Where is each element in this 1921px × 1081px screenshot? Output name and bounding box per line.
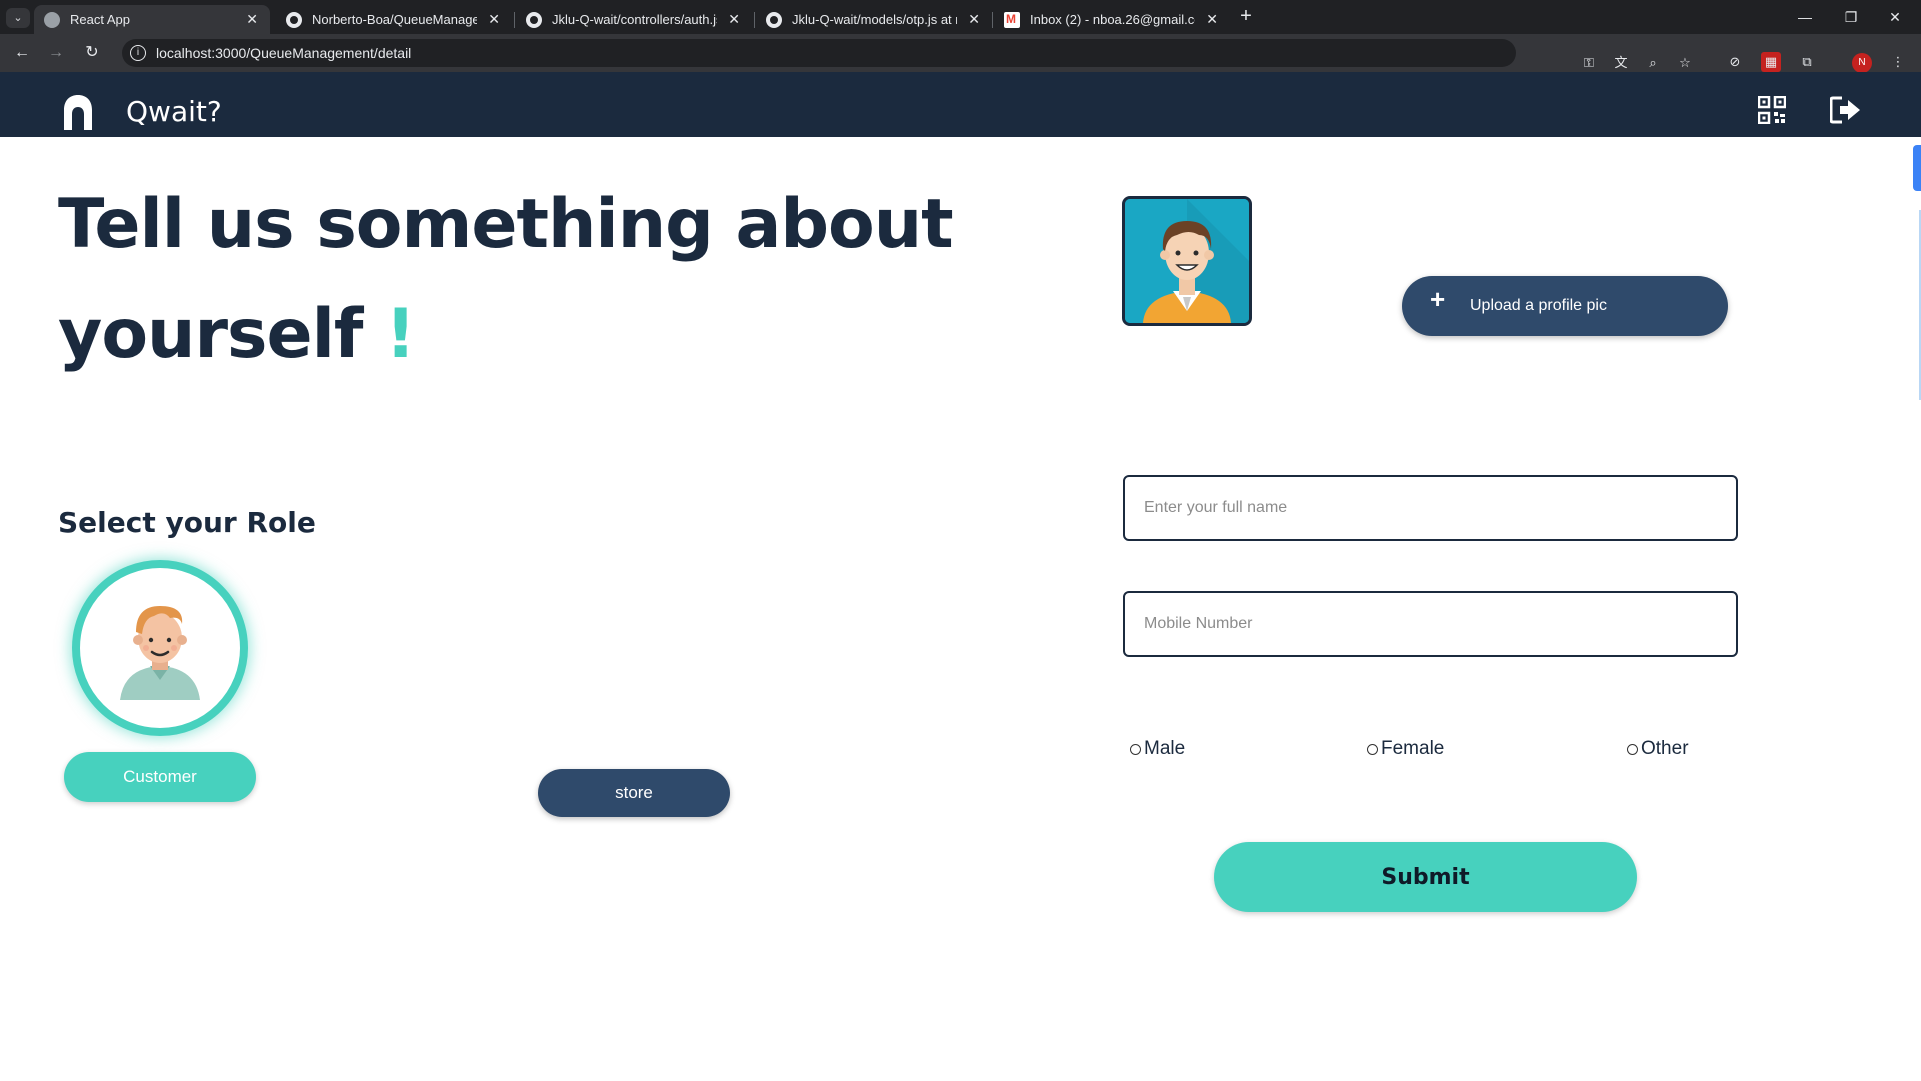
- close-icon[interactable]: ✕: [1206, 5, 1218, 34]
- mobile-number-input[interactable]: [1123, 591, 1738, 657]
- headline-line-1: Tell us something about: [58, 185, 954, 264]
- customer-role-button[interactable]: Customer: [64, 752, 256, 802]
- plus-icon: +: [1430, 284, 1446, 314]
- headline-line-2: yourself !: [58, 280, 958, 390]
- restore-icon[interactable]: ❐: [1828, 6, 1874, 28]
- tab-title: Jklu-Q-wait/models/otp.js at m: [792, 12, 957, 27]
- github-icon: [766, 12, 782, 28]
- reload-icon[interactable]: ↻: [80, 41, 104, 65]
- new-tab-button[interactable]: +: [1234, 5, 1258, 29]
- submit-button[interactable]: Submit: [1214, 842, 1637, 912]
- tab-search-button[interactable]: ⌄: [6, 8, 30, 28]
- app-name[interactable]: Qwait?: [126, 94, 222, 130]
- close-icon[interactable]: ✕: [246, 5, 258, 34]
- forward-icon[interactable]: →: [44, 41, 68, 65]
- logout-icon[interactable]: [1830, 96, 1862, 124]
- tab-otp-js[interactable]: Jklu-Q-wait/models/otp.js at m ✕: [756, 5, 992, 34]
- github-icon: [286, 12, 302, 28]
- avatar-illustration-icon: [1125, 199, 1249, 323]
- upload-profile-pic-button[interactable]: + Upload a profile pic: [1402, 276, 1728, 336]
- site-info-icon[interactable]: i: [130, 45, 146, 61]
- tab-separator: [754, 12, 755, 28]
- browser-toolbar: ← → ↻ i localhost:3000/QueueManagement/d…: [0, 34, 1921, 72]
- page-headline: Tell us something about yourself !: [58, 170, 958, 390]
- minimize-icon[interactable]: —: [1782, 6, 1828, 28]
- radio-button[interactable]: [1367, 743, 1378, 755]
- bookmark-star-icon[interactable]: ☆: [1676, 54, 1694, 72]
- extension-red-icon[interactable]: ▦: [1761, 52, 1781, 72]
- gender-option-male[interactable]: Male: [1130, 737, 1185, 761]
- gender-label: Female: [1381, 738, 1445, 759]
- app-navbar: [0, 72, 1921, 137]
- address-bar[interactable]: i localhost:3000/QueueManagement/detail: [122, 39, 1516, 67]
- url-text[interactable]: localhost:3000/QueueManagement/detail: [156, 39, 411, 67]
- headline-exclamation: !: [385, 295, 416, 374]
- tab-gmail-inbox[interactable]: Inbox (2) - nboa.26@gmail.com ✕: [994, 5, 1230, 34]
- close-icon[interactable]: ✕: [488, 5, 500, 34]
- tab-separator: [514, 12, 515, 28]
- gmail-icon: [1004, 5, 1020, 34]
- tab-title: Norberto-Boa/QueueManagem: [312, 12, 477, 27]
- close-icon[interactable]: ✕: [968, 5, 980, 34]
- browser-tab-bar: ⌄ React App ✕ Norberto-Boa/QueueManagem …: [0, 0, 1921, 34]
- close-icon[interactable]: ✕: [728, 5, 740, 34]
- extension-icon[interactable]: ⊘: [1725, 52, 1745, 72]
- zoom-icon[interactable]: ⌕: [1644, 54, 1662, 72]
- puzzle-extensions-icon[interactable]: ⧉: [1797, 52, 1817, 72]
- store-role-button[interactable]: store: [538, 769, 730, 817]
- back-icon[interactable]: ←: [10, 41, 34, 65]
- tab-separator: [992, 12, 993, 28]
- radio-button[interactable]: [1130, 743, 1141, 755]
- gender-label: Other: [1641, 738, 1689, 759]
- profile-picture-preview: [1122, 196, 1252, 326]
- gender-option-female[interactable]: Female: [1367, 737, 1444, 761]
- profile-avatar[interactable]: N: [1852, 53, 1872, 73]
- tab-react-app[interactable]: React App ✕: [34, 5, 270, 34]
- gender-label: Male: [1144, 738, 1186, 759]
- qr-code-icon[interactable]: [1758, 96, 1786, 124]
- translate-icon[interactable]: 文: [1612, 54, 1630, 72]
- tab-title: React App: [70, 12, 130, 27]
- app-logo-icon[interactable]: [62, 94, 94, 130]
- role-section-title: Select your Role: [58, 506, 316, 539]
- window-close-icon[interactable]: ✕: [1872, 6, 1918, 28]
- customer-avatar[interactable]: [72, 560, 248, 736]
- headline-word: yourself: [58, 295, 363, 374]
- github-icon: [526, 12, 542, 28]
- tab-auth-js[interactable]: Jklu-Q-wait/controllers/auth.js ✕: [516, 5, 752, 34]
- upload-button-label: Upload a profile pic: [1470, 297, 1607, 314]
- customer-illustration-icon: [120, 606, 200, 700]
- more-menu-icon[interactable]: ⋮: [1888, 52, 1908, 72]
- globe-icon: [44, 12, 60, 28]
- tab-norberto-repo[interactable]: Norberto-Boa/QueueManagem ✕: [276, 5, 512, 34]
- gender-option-other[interactable]: Other: [1627, 737, 1689, 761]
- full-name-input[interactable]: [1123, 475, 1738, 541]
- scrollbar-thumb[interactable]: [1913, 145, 1921, 191]
- tab-title: Inbox (2) - nboa.26@gmail.com: [1030, 12, 1195, 27]
- password-key-icon[interactable]: ⚿: [1580, 54, 1598, 72]
- tab-title: Jklu-Q-wait/controllers/auth.js: [552, 12, 717, 27]
- radio-button[interactable]: [1627, 743, 1638, 755]
